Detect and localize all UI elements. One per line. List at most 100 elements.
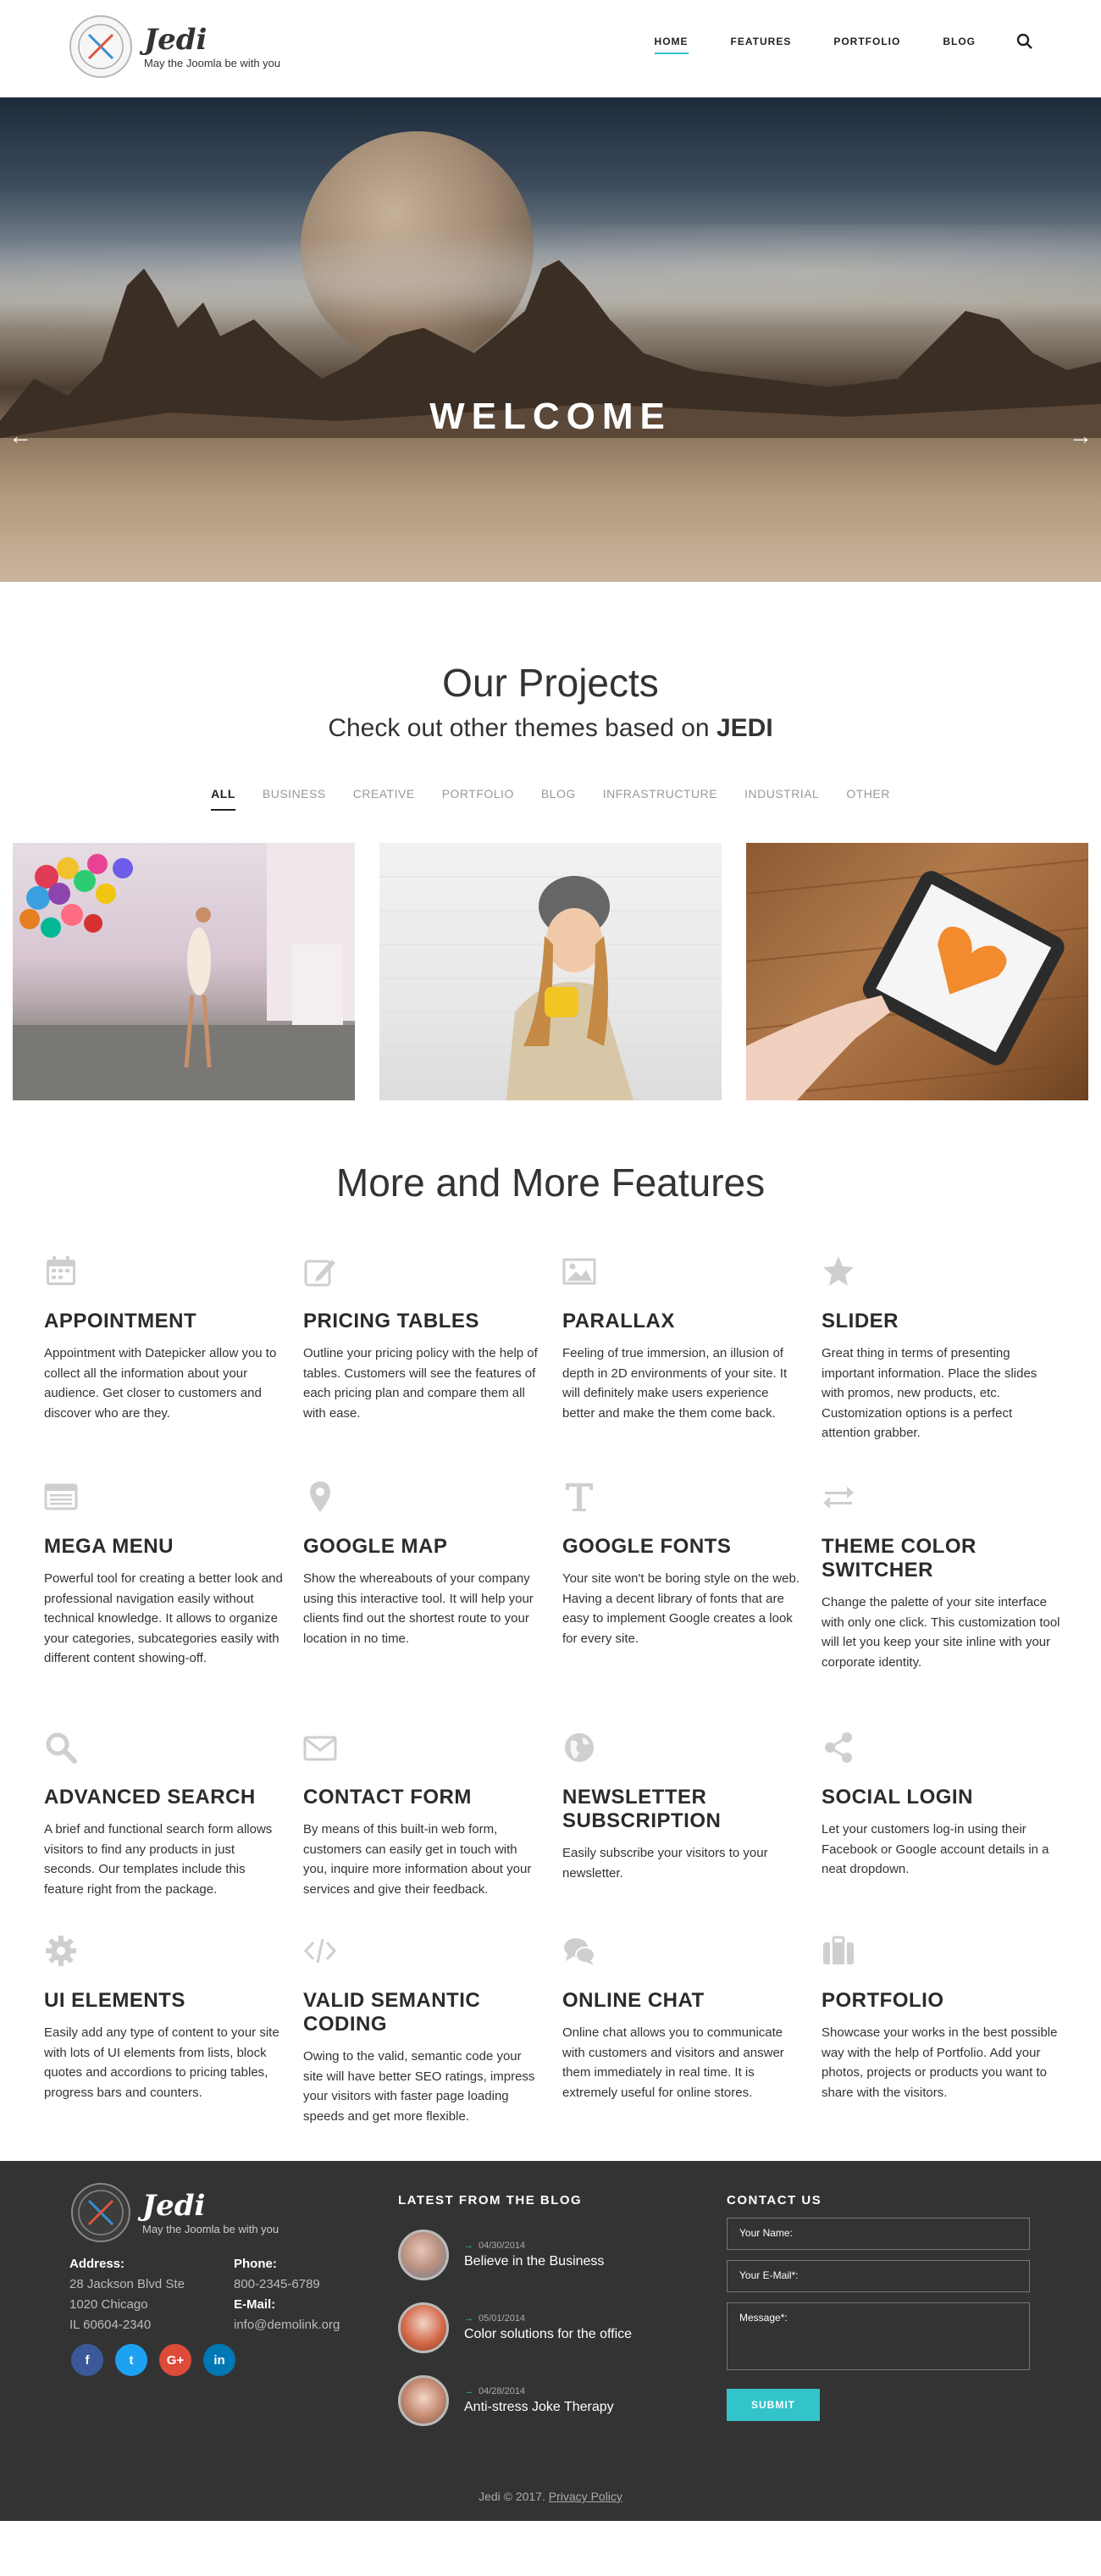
blog-post[interactable]: → 05/01/2014 Color solutions for the offi… bbox=[398, 2302, 632, 2353]
project-filters: ALL BUSINESS CREATIVE PORTFOLIO BLOG INF… bbox=[0, 787, 1101, 811]
filter-other[interactable]: OTHER bbox=[846, 787, 890, 811]
map-marker-icon bbox=[310, 1482, 330, 1512]
blog-heading: LATEST FROM THE BLOG bbox=[398, 2193, 583, 2208]
address-line: 28 Jackson Blvd Ste bbox=[69, 2277, 185, 2291]
feature-text: By means of this built-in web form, cust… bbox=[303, 1822, 532, 1897]
contact-heading: CONTACT US bbox=[727, 2193, 822, 2208]
post-thumbnail[interactable] bbox=[398, 2375, 449, 2426]
feature-advanced-search: ADVANCED SEARCH A brief and functional s… bbox=[44, 1731, 303, 1934]
feature-title: APPOINTMENT bbox=[44, 1310, 197, 1332]
linkedin-icon[interactable]: in bbox=[203, 2344, 235, 2376]
feature-ui-elements: UI ELEMENTS Easily add any type of conte… bbox=[44, 1934, 303, 2161]
feature-title: ONLINE CHAT bbox=[562, 1989, 705, 2012]
footer-logo-badge-icon bbox=[71, 2183, 130, 2242]
email-label: E-Mail: bbox=[234, 2297, 276, 2312]
filter-portfolio[interactable]: PORTFOLIO bbox=[442, 787, 514, 811]
phone-number[interactable]: 800-2345-6789 bbox=[234, 2274, 340, 2295]
project-thumb-tablet[interactable] bbox=[746, 843, 1088, 1100]
feature-title: UI ELEMENTS bbox=[44, 1989, 185, 2012]
projects-subtitle: Check out other themes based on JEDI bbox=[0, 714, 1101, 743]
footer-logo[interactable]: Jedi May the Joomla be with you bbox=[71, 2183, 279, 2242]
arrow-icon: → bbox=[464, 2241, 473, 2251]
nav-blog[interactable]: BLOG bbox=[943, 36, 976, 54]
feature-text: Feeling of true immersion, an illusion o… bbox=[562, 1346, 788, 1421]
footer-blog: LATEST FROM THE BLOG → 04/30/2014 Believe… bbox=[398, 2193, 632, 2426]
post-thumbnail[interactable] bbox=[398, 2230, 449, 2280]
email-field[interactable]: Your E-Mail*: bbox=[727, 2260, 1030, 2292]
post-title[interactable]: Believe in the Business bbox=[464, 2254, 604, 2269]
filter-creative[interactable]: CREATIVE bbox=[353, 787, 415, 811]
address-line: IL 60604-2340 bbox=[69, 2318, 152, 2332]
filter-business[interactable]: BUSINESS bbox=[263, 787, 326, 811]
post-thumbnail[interactable] bbox=[398, 2302, 449, 2353]
share-icon bbox=[825, 1732, 852, 1763]
feature-title: CONTACT FORM bbox=[303, 1786, 472, 1809]
logo[interactable]: Jedi May the Joomla be with you bbox=[69, 15, 280, 78]
feature-text: Powerful tool for creating a better look… bbox=[44, 1571, 283, 1665]
projects-subtitle-brand: JEDI bbox=[716, 714, 773, 742]
code-icon bbox=[303, 1938, 337, 1964]
feature-newsletter-subscription: NEWSLETTER SUBSCRIPTION Easily subscribe… bbox=[562, 1731, 822, 1934]
submit-button[interactable]: SUBMIT bbox=[727, 2389, 820, 2421]
feature-google-map: GOOGLE MAP Show the whereabouts of your … bbox=[303, 1480, 562, 1731]
project-thumb-coffee-girl[interactable] bbox=[379, 843, 722, 1100]
feature-theme-color-switcher: THEME COLOR SWITCHER Change the palette … bbox=[822, 1480, 1081, 1731]
feature-title: PORTFOLIO bbox=[822, 1989, 944, 2012]
email-address[interactable]: info@demolink.org bbox=[234, 2315, 340, 2335]
feature-text: Online chat allows you to communicate wi… bbox=[562, 2025, 784, 2100]
tablet-image bbox=[746, 859, 1088, 1100]
message-field[interactable]: Message*: bbox=[727, 2302, 1030, 2370]
blog-post[interactable]: → 04/30/2014 Believe in the Business bbox=[398, 2230, 632, 2280]
feature-title: PRICING TABLES bbox=[303, 1310, 479, 1332]
blog-post[interactable]: → 04/28/2014 Anti-stress Joke Therapy bbox=[398, 2375, 632, 2426]
feature-text: Great thing in terms of presenting impor… bbox=[822, 1346, 1037, 1440]
filter-industrial[interactable]: INDUSTRIAL bbox=[744, 787, 819, 811]
calendar-icon bbox=[47, 1256, 75, 1285]
projects-subtitle-text: Check out other themes based on bbox=[328, 714, 710, 742]
feature-text: Owing to the valid, semantic code your s… bbox=[303, 2049, 535, 2124]
feature-title: ADVANCED SEARCH bbox=[44, 1786, 256, 1809]
feature-online-chat: ONLINE CHAT Online chat allows you to co… bbox=[562, 1934, 822, 2161]
slider-next-arrow-icon[interactable]: → bbox=[1069, 424, 1093, 448]
footer-phone-email: Phone: 800-2345-6789 E-Mail: info@demoli… bbox=[234, 2254, 340, 2335]
project-thumb-balloons[interactable] bbox=[13, 843, 355, 1100]
filter-blog[interactable]: BLOG bbox=[541, 787, 576, 811]
balloons-image bbox=[13, 843, 355, 1100]
post-date-text: 05/01/2014 bbox=[479, 2313, 526, 2324]
features-grid: APPOINTMENT Appointment with Datepicker … bbox=[0, 1255, 1101, 2161]
feature-pricing-tables: PRICING TABLES Outline your pricing poli… bbox=[303, 1255, 562, 1480]
filter-all[interactable]: ALL bbox=[211, 787, 235, 811]
chat-icon bbox=[564, 1938, 595, 1965]
nav-portfolio[interactable]: PORTFOLIO bbox=[833, 36, 900, 54]
contact-form: CONTACT US Your Name: Your E-Mail*: Mess… bbox=[727, 2193, 1030, 2421]
nav-features[interactable]: FEATURES bbox=[731, 36, 792, 54]
phone-label: Phone: bbox=[234, 2257, 277, 2271]
site-footer: Jedi May the Joomla be with you Address:… bbox=[0, 2161, 1101, 2521]
exchange-icon bbox=[823, 1487, 854, 1509]
features-section: More and More Features APPOINTMENT Appoi… bbox=[0, 1100, 1101, 2161]
privacy-policy-link[interactable]: Privacy Policy bbox=[549, 2490, 622, 2503]
google-plus-icon[interactable]: G+ bbox=[159, 2344, 191, 2376]
nav-home[interactable]: HOME bbox=[654, 36, 689, 54]
twitter-icon[interactable]: t bbox=[115, 2344, 147, 2376]
briefcase-icon bbox=[823, 1936, 854, 1964]
address-line: 1020 Chicago bbox=[69, 2297, 148, 2312]
feature-contact-form: CONTACT FORM By means of this built-in w… bbox=[303, 1731, 562, 1934]
feature-title: NEWSLETTER SUBSCRIPTION bbox=[562, 1786, 722, 1832]
post-title[interactable]: Color solutions for the office bbox=[464, 2327, 632, 2342]
post-date: → 04/30/2014 bbox=[464, 2241, 604, 2251]
facebook-icon[interactable]: f bbox=[71, 2344, 103, 2376]
name-field[interactable]: Your Name: bbox=[727, 2218, 1030, 2250]
feature-valid-semantic-coding: VALID SEMANTIC CODING Owing to the valid… bbox=[303, 1934, 562, 2161]
star-icon bbox=[823, 1256, 854, 1286]
feature-text: A brief and functional search form allow… bbox=[44, 1822, 273, 1897]
feature-text: Easily add any type of content to your s… bbox=[44, 2025, 279, 2100]
post-title[interactable]: Anti-stress Joke Therapy bbox=[464, 2400, 614, 2415]
slider-prev-arrow-icon[interactable]: ← bbox=[8, 424, 32, 448]
filter-infrastructure[interactable]: INFRASTRUCTURE bbox=[603, 787, 717, 811]
hero-slider: WELCOME ← → bbox=[0, 97, 1101, 582]
feature-text: Show the whereabouts of your company usi… bbox=[303, 1571, 534, 1646]
feature-appointment: APPOINTMENT Appointment with Datepicker … bbox=[44, 1255, 303, 1480]
site-header: Jedi May the Joomla be with you HOME FEA… bbox=[0, 0, 1101, 97]
search-icon[interactable] bbox=[1016, 33, 1033, 50]
